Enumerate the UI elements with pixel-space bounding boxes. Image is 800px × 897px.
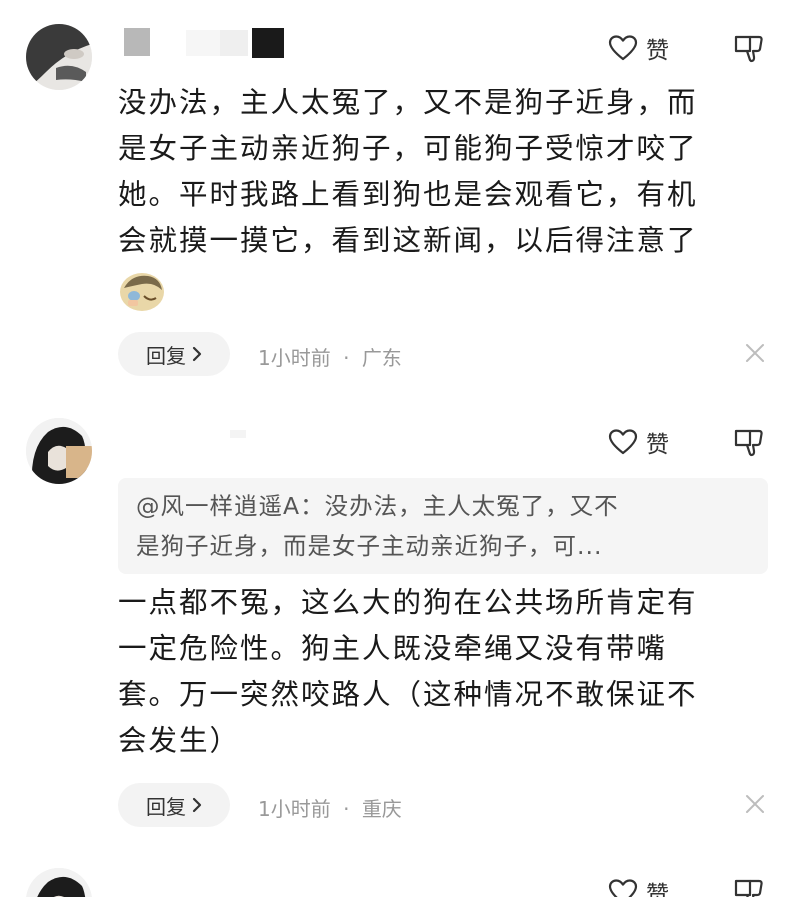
timestamp: 1小时前 — [258, 797, 331, 821]
like-button[interactable]: 赞 — [608, 424, 669, 460]
comment-meta: 1小时前 · 重庆 — [258, 793, 402, 822]
meta-separator: · — [343, 346, 350, 370]
comment-line: 是女子主动亲近狗子，可能狗子受惊才咬了 — [118, 132, 698, 165]
close-icon[interactable] — [744, 793, 766, 815]
comment-text: 一点都不冤，这么大的狗在公共场所肯定有 一定危险性。狗主人既没牵绳又没有带嘴 套… — [118, 580, 698, 764]
quoted-comment[interactable]: @风一样逍遥A：没办法，主人太冤了，又不 是狗子近身，而是女子主动亲近狗子，可.… — [118, 478, 768, 574]
like-button[interactable]: 赞 — [608, 30, 669, 66]
location: 广东 — [361, 346, 402, 370]
sticker-emoji — [120, 273, 164, 311]
reply-label: 回复 — [146, 343, 186, 368]
timestamp: 1小时前 — [258, 346, 331, 370]
quoted-comment-text: @风一样逍遥A：没办法，主人太冤了，又不 是狗子近身，而是女子主动亲近狗子，可.… — [136, 486, 619, 566]
quote-line: @风一样逍遥A：没办法，主人太冤了，又不 — [136, 492, 619, 520]
comment-line: 会发生） — [118, 724, 241, 757]
comment-text: 没办法，主人太冤了，又不是狗子近身，而 是女子主动亲近狗子，可能狗子受惊才咬了 … — [118, 80, 698, 264]
meta-separator: · — [343, 797, 350, 821]
comment-item-3: 赞 — [0, 850, 800, 897]
reply-button[interactable]: 回复 — [118, 332, 230, 376]
comment-meta: 1小时前 · 广东 — [258, 342, 402, 371]
user-avatar[interactable] — [26, 418, 92, 484]
avatar-image — [26, 418, 92, 484]
close-icon[interactable] — [744, 342, 766, 364]
avatar-image — [26, 868, 92, 897]
reply-label: 回复 — [146, 794, 186, 819]
comment-line: 一点都不冤，这么大的狗在公共场所肯定有 — [118, 586, 698, 619]
thumbs-down-icon[interactable] — [733, 33, 765, 63]
comment-line: 一定危险性。狗主人既没牵绳又没有带嘴 — [118, 632, 668, 665]
quote-line: 是狗子近身，而是女子主动亲近狗子，可... — [136, 532, 603, 560]
reply-button[interactable]: 回复 — [118, 783, 230, 827]
like-label: 赞 — [646, 38, 669, 64]
comment-line: 会就摸一摸它，看到这新闻，以后得注意了 — [118, 224, 698, 257]
comment-line: 套。万一突然咬路人（这种情况不敢保证不 — [118, 678, 698, 711]
heart-outline-icon — [608, 879, 638, 897]
location: 重庆 — [361, 797, 402, 821]
username-redacted[interactable] — [200, 426, 260, 446]
avatar-image — [26, 24, 92, 90]
user-avatar[interactable] — [26, 24, 92, 90]
thumbs-down-icon[interactable] — [733, 877, 765, 897]
thumbs-down-icon[interactable] — [733, 427, 765, 457]
username-redacted[interactable] — [120, 26, 290, 60]
chevron-right-icon — [192, 797, 202, 813]
heart-outline-icon — [608, 35, 638, 61]
comment-line: 她。平时我路上看到狗也是会观看它，有机 — [118, 178, 698, 211]
comment-item-1: 赞 没办法，主人太冤了，又不是狗子近身，而 是女子主动亲近狗子，可能狗子受惊才咬… — [0, 0, 800, 400]
like-label: 赞 — [646, 882, 669, 897]
heart-outline-icon — [608, 429, 638, 455]
comment-line: 没办法，主人太冤了，又不是狗子近身，而 — [118, 86, 698, 119]
like-button[interactable]: 赞 — [608, 874, 669, 897]
comment-item-2: 赞 @风一样逍遥A：没办法，主人太冤了，又不 是狗子近身，而是女子主动亲近狗子，… — [0, 400, 800, 850]
user-avatar[interactable] — [26, 868, 92, 897]
like-label: 赞 — [646, 432, 669, 458]
chevron-right-icon — [192, 346, 202, 362]
